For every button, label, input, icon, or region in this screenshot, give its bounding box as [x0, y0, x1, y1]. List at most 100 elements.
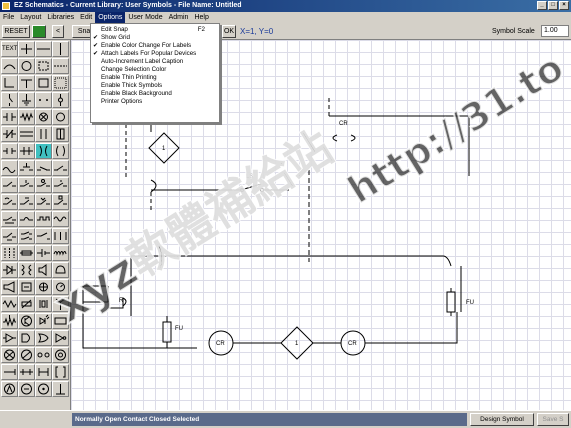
triple-contact-icon[interactable]: [1, 245, 18, 261]
menu-enable-thick-symbols[interactable]: Enable Thick Symbols: [91, 82, 219, 90]
reset-button[interactable]: RESET: [2, 25, 30, 38]
save-button[interactable]: Save S: [537, 413, 569, 426]
foot-switch-icon[interactable]: [18, 194, 35, 210]
circle-icon[interactable]: [18, 58, 35, 74]
menu-edit-snap[interactable]: Edit Snap F2: [91, 26, 219, 34]
text-tool[interactable]: TEXT: [1, 41, 18, 57]
terminal-icon[interactable]: [52, 92, 69, 108]
plc-input-icon[interactable]: [52, 313, 69, 329]
timer-contact-icon[interactable]: [35, 160, 52, 176]
menu-auto-increment[interactable]: Auto-Increment Label Caption: [91, 58, 219, 66]
disconnect-icon[interactable]: [1, 228, 18, 244]
menu-admin[interactable]: Admin: [166, 12, 192, 23]
maximize-button[interactable]: □: [548, 1, 558, 10]
design-symbol-button[interactable]: Design Symbol: [470, 413, 534, 426]
arc-icon[interactable]: [1, 58, 18, 74]
symbol-d-icon[interactable]: [52, 381, 69, 397]
lamp-icon[interactable]: [35, 109, 52, 125]
ok-button[interactable]: OK: [222, 25, 236, 38]
transfer-icon[interactable]: [35, 228, 52, 244]
pilot-light-icon[interactable]: [35, 279, 52, 295]
plc-output-icon[interactable]: [1, 330, 18, 346]
thermistor-icon[interactable]: [18, 296, 35, 312]
brackets-icon[interactable]: [35, 126, 52, 142]
square-icon[interactable]: [35, 75, 52, 91]
battery-icon[interactable]: [35, 245, 52, 261]
wave-icon[interactable]: [1, 160, 18, 176]
symbol-a-icon[interactable]: [1, 381, 18, 397]
coil-icon[interactable]: [52, 109, 69, 125]
no-contact-icon[interactable]: [1, 143, 18, 159]
menu-enable-color-change[interactable]: ✔ Enable Color Change For Labels: [91, 42, 219, 50]
spring-icon[interactable]: [18, 364, 35, 380]
selector-icon[interactable]: [35, 194, 52, 210]
bell-icon[interactable]: [52, 262, 69, 278]
motor-starter-icon[interactable]: [52, 228, 69, 244]
pot-icon[interactable]: [1, 313, 18, 329]
not-gate-icon[interactable]: [52, 330, 69, 346]
menu-show-grid[interactable]: ✔ Show Grid: [91, 34, 219, 42]
or-gate-icon[interactable]: [35, 330, 52, 346]
multi-contact-icon[interactable]: [18, 228, 35, 244]
menu-libraries[interactable]: Libraries: [44, 12, 77, 23]
crystal-icon[interactable]: [35, 296, 52, 312]
menu-enable-thin-printing[interactable]: Enable Thin Printing: [91, 74, 219, 82]
symbol-c-icon[interactable]: [35, 381, 52, 397]
heater-icon[interactable]: [52, 211, 69, 227]
meter-icon[interactable]: [52, 279, 69, 295]
clamp-icon[interactable]: [35, 364, 52, 380]
plug-icon[interactable]: [52, 126, 69, 142]
zigzag-icon[interactable]: [1, 296, 18, 312]
bracket-icon[interactable]: [52, 364, 69, 380]
tee-icon[interactable]: [18, 75, 35, 91]
menu-edit[interactable]: Edit: [77, 12, 95, 23]
dots-icon[interactable]: [35, 92, 52, 108]
double-bar-icon[interactable]: [18, 143, 35, 159]
antenna-icon[interactable]: [52, 296, 69, 312]
mini-circles-icon[interactable]: [35, 347, 52, 363]
inductor-icon[interactable]: [52, 245, 69, 261]
symbol-b-icon[interactable]: [18, 381, 35, 397]
menu-change-selection-color[interactable]: Change Selection Color: [91, 66, 219, 74]
parallel-icon[interactable]: [18, 126, 35, 142]
led-icon[interactable]: [35, 313, 52, 329]
nc-contact-icon[interactable]: [1, 126, 18, 142]
back-button[interactable]: <: [52, 25, 64, 38]
menu-layout[interactable]: Layout: [17, 12, 44, 23]
pushbutton-icon[interactable]: [18, 160, 35, 176]
ground-icon[interactable]: [18, 92, 35, 108]
color-picker-button[interactable]: [32, 25, 46, 38]
dashed-box-icon[interactable]: [52, 75, 69, 91]
menu-help[interactable]: Help: [191, 12, 211, 23]
minimize-button[interactable]: _: [537, 1, 547, 10]
dashed-line-icon[interactable]: [52, 58, 69, 74]
toggle-icon[interactable]: [1, 177, 18, 193]
temp-switch-icon[interactable]: [52, 177, 69, 193]
horn-icon[interactable]: [1, 279, 18, 295]
dashed-square-icon[interactable]: [35, 58, 52, 74]
corner-icon[interactable]: [1, 75, 18, 91]
diode-icon[interactable]: [1, 262, 18, 278]
symbol-scale-input[interactable]: 1.00: [541, 25, 569, 37]
menu-user-mode[interactable]: User Mode: [125, 12, 165, 23]
transformer-icon[interactable]: [18, 262, 35, 278]
and-gate-icon[interactable]: [18, 330, 35, 346]
selected-contact-icon[interactable]: [35, 143, 52, 159]
capacitor-icon[interactable]: [52, 143, 69, 159]
end-icon[interactable]: [1, 364, 18, 380]
menu-printer-options[interactable]: Printer Options: [91, 98, 219, 106]
proximity-icon[interactable]: [52, 194, 69, 210]
solenoid-icon[interactable]: [18, 279, 35, 295]
float-switch-icon[interactable]: [35, 177, 52, 193]
menu-options[interactable]: Options: [95, 12, 126, 23]
relay-icon[interactable]: [1, 211, 18, 227]
switch-icon[interactable]: [1, 92, 18, 108]
wire-vertical-icon[interactable]: [52, 41, 69, 57]
breaker-icon[interactable]: [18, 211, 35, 227]
circle-slash-icon[interactable]: [18, 347, 35, 363]
speaker-icon[interactable]: [35, 262, 52, 278]
contact-icon[interactable]: [1, 109, 18, 125]
menu-file[interactable]: File: [0, 12, 17, 23]
ring-icon[interactable]: [52, 347, 69, 363]
limit-switch-icon[interactable]: [52, 160, 69, 176]
